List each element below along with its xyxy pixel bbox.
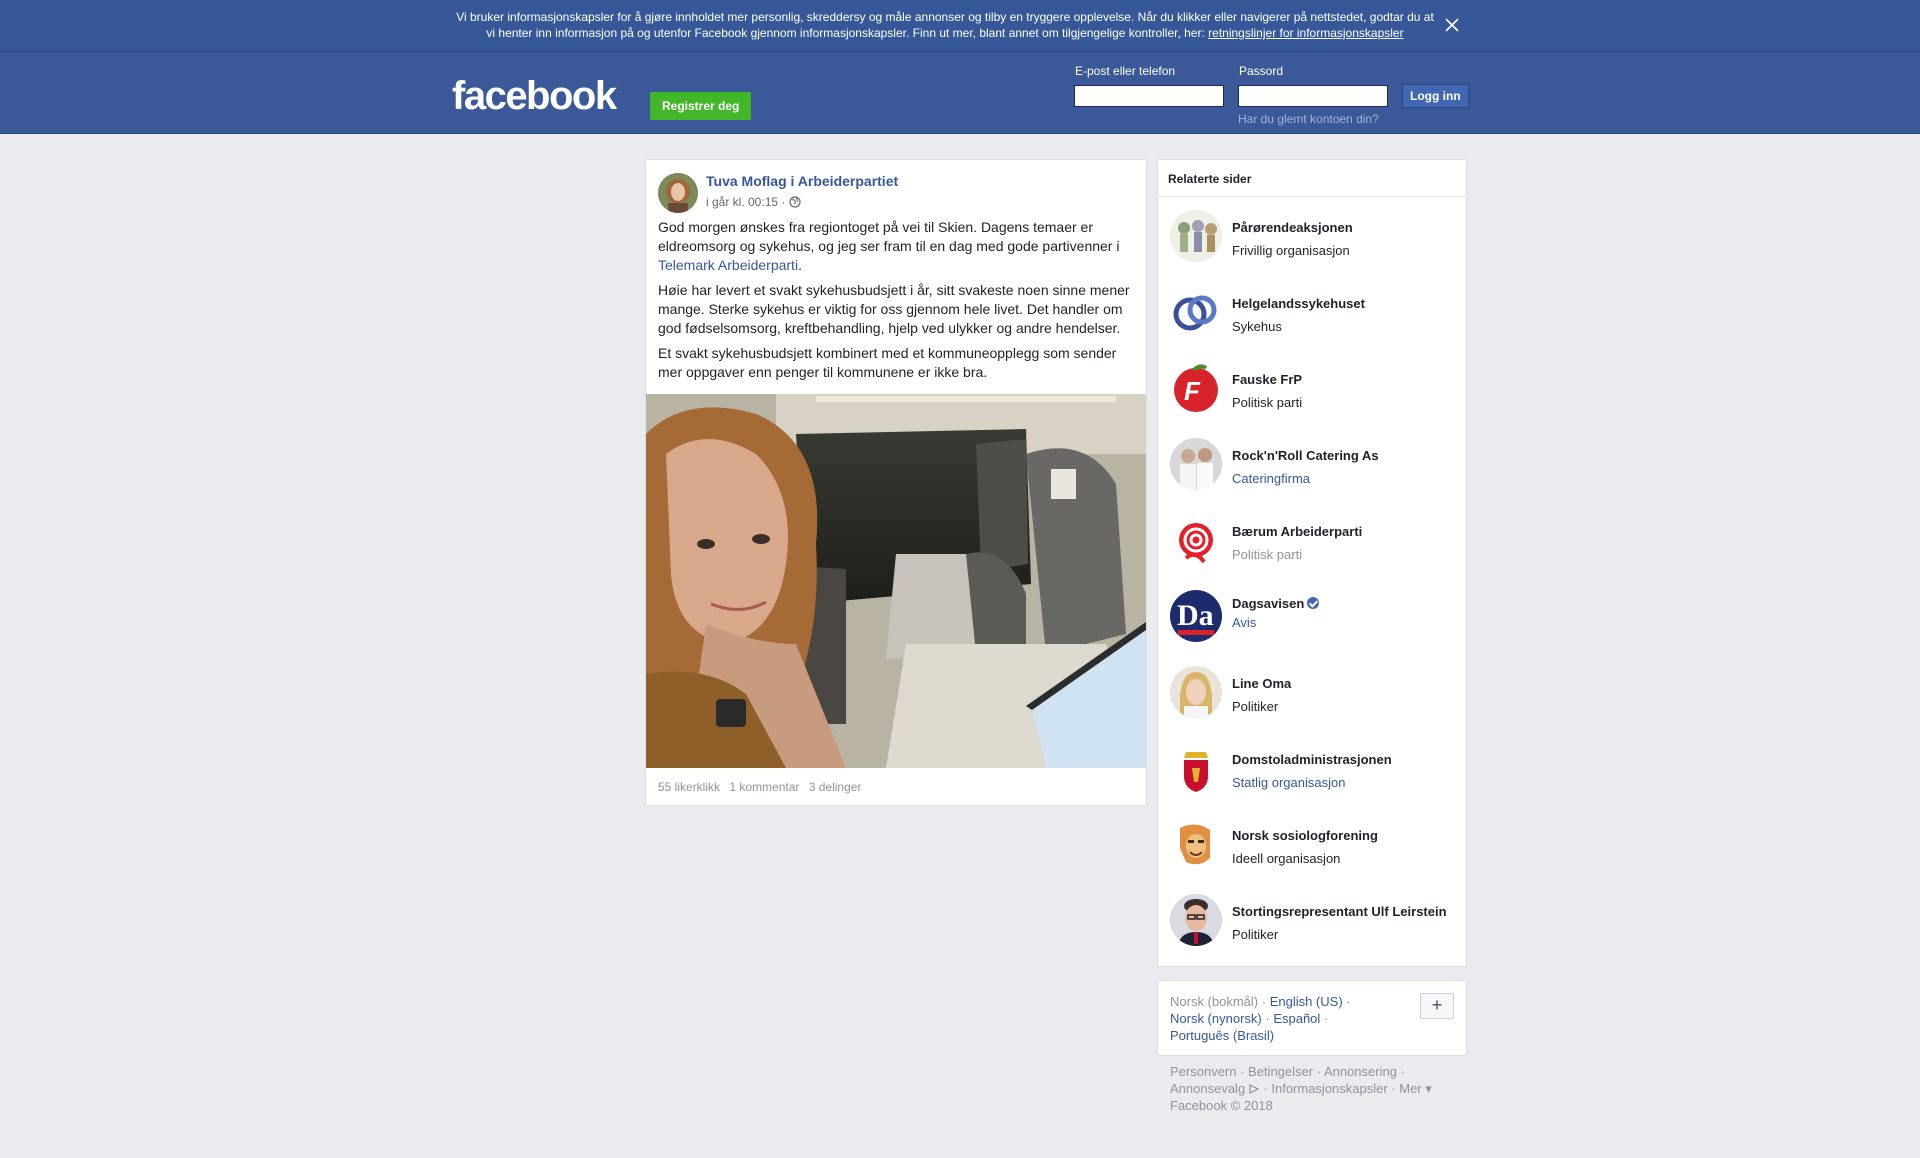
related-category: Frivillig organisasjon bbox=[1232, 243, 1350, 258]
more-languages-button[interactable]: + bbox=[1420, 993, 1454, 1019]
post-card: Tuva Moflag i Arbeiderpartiet i går kl. … bbox=[645, 159, 1147, 806]
related-pages-title: Relaterte sider bbox=[1158, 160, 1466, 197]
related-thumb[interactable] bbox=[1170, 514, 1222, 566]
forgot-account-link[interactable]: Har du glemt kontoen din? bbox=[1238, 112, 1379, 126]
related-name[interactable]: Norsk sosiologforening bbox=[1232, 828, 1378, 843]
related-thumb[interactable] bbox=[1170, 666, 1222, 718]
related-item[interactable]: Bærum Arbeiderparti Politisk parti bbox=[1170, 514, 1460, 574]
password-label: Passord bbox=[1239, 64, 1284, 78]
language-current: Norsk (bokmål) bbox=[1170, 994, 1259, 1009]
related-category: Politisk parti bbox=[1232, 547, 1303, 562]
footer-adchoices-link[interactable]: Annonsevalg bbox=[1170, 1081, 1260, 1096]
related-item[interactable]: Norsk sosiologforening Ideell organisasj… bbox=[1170, 818, 1460, 878]
svg-text:F: F bbox=[1184, 376, 1201, 406]
related-category: Politiker bbox=[1232, 699, 1279, 714]
related-name[interactable]: Fauske FrP bbox=[1232, 372, 1302, 387]
cookie-text: Vi bruker informasjonskapsler for å gjør… bbox=[450, 9, 1440, 41]
footer-more-link[interactable]: Mer bbox=[1399, 1081, 1421, 1096]
related-name[interactable]: Rock'n'Roll Catering As bbox=[1232, 448, 1379, 463]
related-item[interactable]: Rock'n'Roll Catering As Cateringfirma bbox=[1170, 438, 1460, 498]
language-spanish[interactable]: Español bbox=[1273, 1011, 1320, 1026]
language-english[interactable]: English (US) bbox=[1270, 994, 1343, 1009]
language-nynorsk[interactable]: Norsk (nynorsk) bbox=[1170, 1011, 1262, 1026]
related-category: Politisk parti bbox=[1232, 395, 1303, 410]
related-thumb[interactable] bbox=[1170, 438, 1222, 490]
adchoices-icon bbox=[1249, 1081, 1260, 1094]
footer-ads-link[interactable]: Annonsering bbox=[1324, 1064, 1397, 1079]
related-name-text[interactable]: Dagsavisen bbox=[1232, 596, 1304, 611]
comment-count[interactable]: 1 kommentar bbox=[729, 780, 799, 794]
related-item[interactable]: Da Dagsavisen Avis bbox=[1170, 590, 1460, 650]
post-author-link[interactable]: Tuva Moflag i Arbeiderpartiet bbox=[706, 173, 898, 189]
post-timestamp[interactable]: i går kl. 00:15 bbox=[706, 195, 778, 209]
related-thumb[interactable] bbox=[1170, 742, 1222, 794]
cookie-banner: Vi bruker informasjonskapsler for å gjør… bbox=[0, 0, 1920, 52]
related-category: Politiker bbox=[1232, 927, 1279, 942]
author-avatar[interactable] bbox=[658, 173, 698, 213]
login-button[interactable]: Logg inn bbox=[1402, 84, 1469, 108]
related-name[interactable]: Pårørendeaksjonen bbox=[1232, 220, 1353, 235]
cookie-text-line1: Vi bruker informasjonskapsler for å gjør… bbox=[456, 10, 1434, 24]
language-selector: Norsk (bokmål) · English (US) · Norsk (n… bbox=[1157, 980, 1467, 1056]
language-list: Norsk (bokmål) · English (US) · Norsk (n… bbox=[1170, 994, 1351, 1043]
related-pages-panel: Relaterte sider Pårørendeaksjonen Frivil… bbox=[1157, 159, 1467, 967]
post-text: God morgen ønskes fra regiontoget på vei… bbox=[658, 219, 1120, 254]
related-category[interactable]: Cateringfirma bbox=[1232, 471, 1310, 486]
mention-link[interactable]: Telemark Arbeiderparti bbox=[658, 257, 798, 273]
email-label: E-post eller telefon bbox=[1075, 64, 1176, 78]
footer-dropdown-icon[interactable]: ▾ bbox=[1425, 1081, 1432, 1096]
register-button[interactable]: Registrer deg bbox=[650, 92, 752, 120]
related-category[interactable]: Avis bbox=[1232, 615, 1256, 630]
related-item[interactable]: Pårørendeaksjonen Frivillig organisasjon bbox=[1170, 210, 1460, 270]
related-thumb[interactable]: F bbox=[1170, 362, 1222, 414]
related-name[interactable]: Stortingsrepresentant Ulf Leirstein bbox=[1232, 904, 1447, 919]
related-thumb[interactable] bbox=[1170, 894, 1222, 946]
post-meta: i går kl. 00:15 · bbox=[706, 195, 801, 211]
related-item[interactable]: Helgelandssykehuset Sykehus bbox=[1170, 286, 1460, 346]
related-name[interactable]: Helgelandssykehuset bbox=[1232, 296, 1365, 311]
share-count[interactable]: 3 delinger bbox=[809, 780, 862, 794]
related-item[interactable]: F Fauske FrP Politisk parti bbox=[1170, 362, 1460, 422]
related-name[interactable]: Bærum Arbeiderparti bbox=[1232, 524, 1362, 539]
globe-icon[interactable] bbox=[789, 196, 801, 211]
footer-terms-link[interactable]: Betingelser bbox=[1248, 1064, 1313, 1079]
top-bar: facebook Registrer deg E-post eller tele… bbox=[0, 52, 1920, 134]
related-thumb[interactable] bbox=[1170, 210, 1222, 262]
post-body: God morgen ønskes fra regiontoget på vei… bbox=[658, 218, 1136, 388]
post-paragraph: God morgen ønskes fra regiontoget på vei… bbox=[658, 218, 1136, 275]
related-thumb[interactable] bbox=[1170, 818, 1222, 870]
related-category: Ideell organisasjon bbox=[1232, 851, 1341, 866]
email-field[interactable] bbox=[1074, 85, 1224, 107]
footer-adchoices-text[interactable]: Annonsevalg bbox=[1170, 1081, 1245, 1096]
close-icon[interactable] bbox=[1442, 15, 1462, 35]
related-thumb[interactable]: Da bbox=[1170, 590, 1222, 642]
footer-copyright: Facebook © 2018 bbox=[1170, 1098, 1273, 1113]
facebook-logo[interactable]: facebook bbox=[452, 74, 617, 118]
related-thumb[interactable] bbox=[1170, 286, 1222, 338]
post-text: . bbox=[798, 257, 802, 273]
related-category: Sykehus bbox=[1232, 319, 1282, 334]
related-name[interactable]: Line Oma bbox=[1232, 676, 1291, 691]
related-name[interactable]: Domstoladministrasjonen bbox=[1232, 752, 1392, 767]
footer-privacy-link[interactable]: Personvern bbox=[1170, 1064, 1236, 1079]
language-portuguese[interactable]: Português (Brasil) bbox=[1170, 1028, 1274, 1043]
cookie-text-line2: vi henter inn informasjon på og utenfor … bbox=[486, 26, 1209, 40]
related-category[interactable]: Statlig organisasjon bbox=[1232, 775, 1345, 790]
related-item[interactable]: Line Oma Politiker bbox=[1170, 666, 1460, 726]
like-count[interactable]: 55 likerklikk bbox=[658, 780, 720, 794]
password-field[interactable] bbox=[1238, 85, 1388, 107]
cookie-policy-link[interactable]: retningslinjer for informasjonskapsler bbox=[1208, 26, 1403, 40]
related-item[interactable]: Stortingsrepresentant Ulf Leirstein Poli… bbox=[1170, 894, 1460, 954]
related-name[interactable]: Dagsavisen bbox=[1232, 596, 1320, 611]
post-paragraph: Høie har levert et svakt sykehusbudsjett… bbox=[658, 282, 1130, 336]
post-photo[interactable] bbox=[646, 394, 1146, 768]
verified-badge-icon bbox=[1307, 597, 1320, 609]
post-paragraph: Et svakt sykehusbudsjett kombinert med e… bbox=[658, 345, 1117, 380]
svg-text:Da: Da bbox=[1177, 599, 1214, 632]
related-item[interactable]: Domstoladministrasjonen Statlig organisa… bbox=[1170, 742, 1460, 802]
footer: Personvern · Betingelser · Annonsering ·… bbox=[1170, 1064, 1432, 1113]
footer-cookies-link[interactable]: Informasjonskapsler bbox=[1271, 1081, 1387, 1096]
post-stats: 55 likerklikk 1 kommentar 3 delinger bbox=[658, 780, 867, 794]
